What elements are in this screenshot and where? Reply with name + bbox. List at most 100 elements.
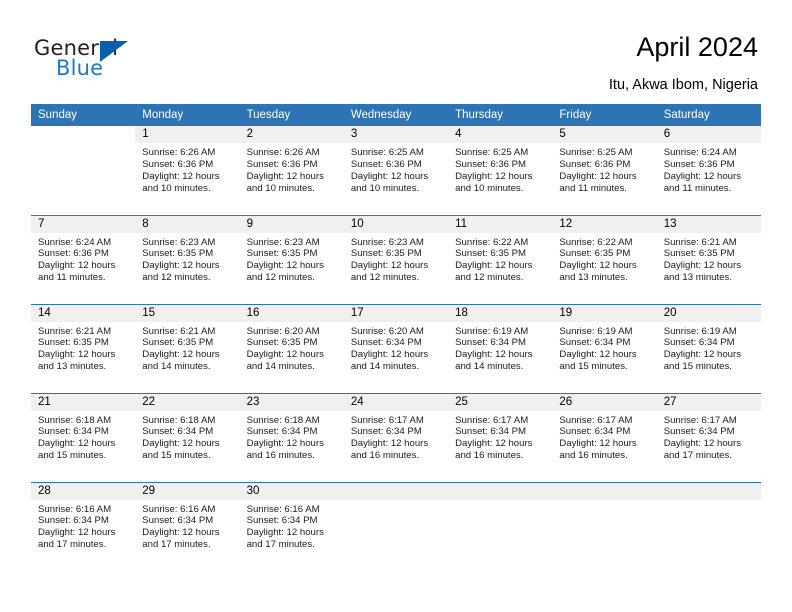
calendar-cell[interactable]: 21 Sunrise: 6:18 AM Sunset: 6:34 PM Dayligh… [31, 392, 136, 482]
daylight-text-line1: Daylight: 12 hours [455, 170, 533, 182]
calendar-cell[interactable]: 4 Sunrise: 6:25 AM Sunset: 6:36 PM Daylight… [448, 126, 553, 215]
calendar-cell[interactable] [448, 481, 553, 571]
sunset-text: Sunset: 6:35 PM [142, 248, 214, 260]
daylight-text-line2: and 10 minutes. [350, 182, 420, 194]
daylight-text-line2: and 12 minutes. [350, 272, 420, 284]
daylight-text-line2: and 11 minutes. [38, 272, 106, 284]
day-number: 17 [343, 304, 449, 322]
daylight-text-line2: and 11 minutes. [559, 182, 627, 194]
day-number: 19 [552, 304, 657, 322]
sunset-text: Sunset: 6:35 PM [142, 337, 214, 349]
daylight-text-line1: Daylight: 12 hours [559, 438, 637, 450]
calendar-cell[interactable]: 2 Sunrise: 6:26 AM Sunset: 6:36 PM Daylight… [239, 126, 344, 215]
sunrise-text: Sunrise: 6:22 AM [455, 236, 529, 248]
day-number [343, 482, 449, 500]
daylight-text-line1: Daylight: 12 hours [350, 260, 429, 272]
calendar-cell[interactable]: 13 Sunrise: 6:21 AM Sunset: 6:35 PM Dayligh… [656, 214, 761, 304]
daylight-text-line2: and 12 minutes. [455, 272, 524, 284]
calendar-cell[interactable]: 8 Sunrise: 6:23 AM Sunset: 6:35 PM Daylight… [135, 214, 240, 304]
day-number: 22 [135, 393, 240, 411]
daylight-text-line1: Daylight: 12 hours [663, 438, 742, 450]
sunrise-text: Sunrise: 6:18 AM [246, 414, 320, 426]
sunset-text: Sunset: 6:36 PM [350, 158, 422, 170]
day-number: 29 [135, 482, 240, 500]
daylight-text-line2: and 14 minutes. [142, 361, 211, 373]
day-number [656, 482, 761, 500]
page-title: April 2024 [636, 32, 758, 62]
sunset-text: Sunset: 6:36 PM [559, 158, 631, 170]
sunset-text: Sunset: 6:34 PM [663, 426, 735, 438]
sunrise-text: Sunrise: 6:24 AM [663, 147, 737, 158]
calendar-cell[interactable]: 7 Sunrise: 6:24 AM Sunset: 6:36 PM Daylight… [31, 214, 136, 304]
calendar-cell[interactable]: 9 Sunrise: 6:23 AM Sunset: 6:35 PM Daylight… [239, 214, 344, 304]
day-number: 15 [135, 304, 240, 322]
calendar-cell[interactable]: 1 Sunrise: 6:26 AM Sunset: 6:36 PM Daylight… [135, 126, 240, 215]
sunrise-text: Sunrise: 6:25 AM [559, 147, 633, 158]
calendar-cell[interactable] [31, 126, 136, 215]
calendar-cell[interactable]: 20 Sunrise: 6:19 AM Sunset: 6:34 PM Dayligh… [656, 303, 761, 393]
sunrise-text: Sunrise: 6:20 AM [350, 325, 424, 337]
calendar-cell[interactable]: 6 Sunrise: 6:24 AM Sunset: 6:36 PM Daylight… [656, 126, 761, 215]
daylight-text-line1: Daylight: 12 hours [142, 527, 220, 539]
day-number: 18 [448, 304, 553, 322]
sunrise-text: Sunrise: 6:17 AM [559, 414, 633, 426]
sunrise-text: Sunrise: 6:16 AM [142, 503, 216, 515]
location-subtitle: Itu, Akwa Ibom, Nigeria [608, 77, 758, 93]
calendar-cell[interactable]: 5 Sunrise: 6:25 AM Sunset: 6:36 PM Daylight… [552, 126, 657, 215]
sunrise-text: Sunrise: 6:25 AM [350, 147, 424, 158]
calendar-body: 1 Sunrise: 6:26 AM Sunset: 6:36 PM Daylight… [31, 126, 761, 571]
calendar-cell[interactable]: 28 Sunrise: 6:16 AM Sunset: 6:34 PM Dayligh… [31, 481, 136, 571]
day-number: 11 [448, 215, 553, 233]
calendar-cell[interactable]: 10 Sunrise: 6:23 AM Sunset: 6:35 PM Dayligh… [343, 214, 449, 304]
daylight-text-line1: Daylight: 12 hours [38, 260, 116, 272]
sunrise-text: Sunrise: 6:16 AM [38, 503, 112, 515]
calendar-cell[interactable] [552, 481, 657, 571]
calendar-cell[interactable]: 15 Sunrise: 6:21 AM Sunset: 6:35 PM Dayligh… [135, 303, 240, 393]
calendar-cell[interactable]: 16 Sunrise: 6:20 AM Sunset: 6:35 PM Dayligh… [239, 303, 344, 393]
daylight-text-line1: Daylight: 12 hours [38, 438, 116, 450]
calendar-cell[interactable]: 11 Sunrise: 6:22 AM Sunset: 6:35 PM Dayligh… [448, 214, 553, 304]
daylight-text-line1: Daylight: 12 hours [142, 438, 220, 450]
calendar-week-row: 21 Sunrise: 6:18 AM Sunset: 6:34 PM Dayligh… [31, 392, 761, 482]
calendar-cell[interactable]: 19 Sunrise: 6:19 AM Sunset: 6:34 PM Dayligh… [552, 303, 657, 393]
calendar-cell[interactable]: 30 Sunrise: 6:16 AM Sunset: 6:34 PM Dayligh… [239, 481, 344, 571]
general-blue-logo[interactable]: General Blue [34, 36, 164, 86]
daylight-text-line1: Daylight: 12 hours [350, 170, 429, 182]
sunrise-text: Sunrise: 6:20 AM [246, 325, 320, 337]
calendar-cell[interactable]: 27 Sunrise: 6:17 AM Sunset: 6:34 PM Dayligh… [656, 392, 761, 482]
calendar-cell[interactable]: 18 Sunrise: 6:19 AM Sunset: 6:34 PM Dayligh… [448, 303, 553, 393]
weekday-header-saturday: Saturday [656, 104, 761, 126]
sunset-text: Sunset: 6:35 PM [246, 337, 318, 349]
sunset-text: Sunset: 6:34 PM [38, 515, 109, 527]
calendar-cell[interactable]: 14 Sunrise: 6:21 AM Sunset: 6:35 PM Dayligh… [31, 303, 136, 393]
calendar-cell[interactable]: 23 Sunrise: 6:18 AM Sunset: 6:34 PM Dayligh… [239, 392, 344, 482]
daylight-text-line1: Daylight: 12 hours [38, 349, 116, 361]
day-number: 14 [31, 304, 136, 322]
day-number: 10 [343, 215, 449, 233]
sunset-text: Sunset: 6:34 PM [350, 337, 422, 349]
day-number: 30 [239, 482, 344, 500]
day-number [448, 482, 553, 500]
calendar-cell[interactable]: 12 Sunrise: 6:22 AM Sunset: 6:35 PM Dayligh… [552, 214, 657, 304]
daylight-text-line2: and 10 minutes. [246, 182, 315, 194]
sunrise-text: Sunrise: 6:23 AM [246, 236, 320, 248]
sunset-text: Sunset: 6:35 PM [455, 248, 527, 260]
calendar-cell[interactable] [343, 481, 449, 571]
daylight-text-line2: and 15 minutes. [142, 450, 211, 462]
daylight-text-line2: and 13 minutes. [38, 361, 107, 373]
calendar-cell[interactable]: 17 Sunrise: 6:20 AM Sunset: 6:34 PM Dayligh… [343, 303, 449, 393]
calendar-cell[interactable]: 26 Sunrise: 6:17 AM Sunset: 6:34 PM Dayligh… [552, 392, 657, 482]
sunset-text: Sunset: 6:34 PM [559, 337, 631, 349]
calendar-cell[interactable] [656, 481, 761, 571]
daylight-text-line2: and 16 minutes. [559, 450, 628, 462]
sunrise-text: Sunrise: 6:17 AM [350, 414, 424, 426]
calendar-cell[interactable]: 25 Sunrise: 6:17 AM Sunset: 6:34 PM Dayligh… [448, 392, 553, 482]
sunrise-text: Sunrise: 6:22 AM [559, 236, 633, 248]
calendar-cell[interactable]: 22 Sunrise: 6:18 AM Sunset: 6:34 PM Dayligh… [135, 392, 240, 482]
day-number: 24 [343, 393, 449, 411]
sunrise-text: Sunrise: 6:17 AM [663, 414, 737, 426]
calendar-cell[interactable]: 24 Sunrise: 6:17 AM Sunset: 6:34 PM Dayligh… [343, 392, 449, 482]
calendar-cell[interactable]: 29 Sunrise: 6:16 AM Sunset: 6:34 PM Dayligh… [135, 481, 240, 571]
calendar-cell[interactable]: 3 Sunrise: 6:25 AM Sunset: 6:36 PM Daylight… [343, 126, 449, 215]
day-number [31, 126, 135, 143]
